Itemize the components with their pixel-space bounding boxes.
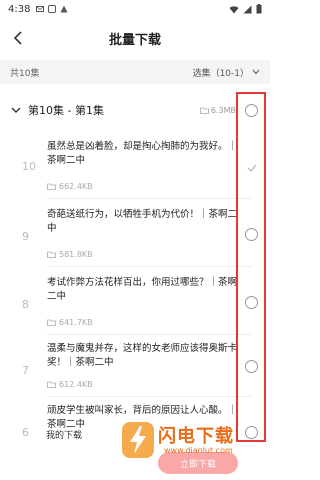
status-bar: 4:38 — [0, 0, 270, 18]
episode-number: 10 — [22, 160, 36, 173]
episode-size: 641.7KB — [47, 318, 93, 327]
episode-number: 8 — [22, 298, 29, 311]
folder-icon — [47, 183, 56, 190]
notification-icon — [48, 5, 57, 13]
folder-icon — [47, 251, 56, 258]
signal-icon — [243, 5, 252, 13]
divider — [47, 198, 252, 199]
episode-group-header[interactable]: 第10集 - 第1集 6.3MB — [0, 96, 270, 124]
episode-size-value: 612.4KB — [59, 380, 93, 389]
episode-title: 温柔与魔鬼并存，这样的女老师应该得奥斯卡奖！｜茶啊二中 — [47, 343, 238, 368]
divider — [47, 266, 252, 267]
group-title: 第10集 - 第1集 — [28, 104, 104, 117]
folder-icon — [47, 381, 56, 388]
app-notification-icon — [60, 5, 68, 13]
status-time: 4:38 — [8, 3, 31, 15]
mail-icon — [36, 6, 45, 12]
episode-number: 7 — [22, 364, 29, 377]
episode-size-value: 662.4KB — [59, 182, 93, 191]
episode-size: 581.8KB — [47, 250, 93, 259]
chevron-down-icon — [11, 107, 21, 113]
episode-size: 612.4KB — [47, 380, 93, 389]
divider — [47, 334, 252, 335]
episode-title: 考试作弊方法花样百出，你用过哪些？｜茶啊二中 — [47, 277, 238, 302]
group-size-value: 6.3MB — [210, 105, 236, 115]
episode-range-label: 选集（10-1） — [192, 68, 249, 79]
episode-title: 奇葩送纸行为，以牺牲手机为代价！｜茶啊二中 — [47, 209, 238, 234]
wifi-icon — [229, 5, 239, 13]
list-item[interactable]: 9 奇葩送纸行为，以牺牲手机为代价！｜茶啊二中 581.8KB — [0, 206, 270, 267]
list-item[interactable]: 10 虽然总是凶着脸，却是掏心掏肺的为我好。｜茶啊二中 662.4KB — [0, 138, 270, 199]
episode-size-value: 641.7KB — [59, 318, 93, 327]
back-button[interactable] — [8, 28, 28, 48]
lightning-logo-icon — [122, 422, 154, 458]
page-title: 批量下载 — [108, 32, 161, 48]
group-size: 6.3MB — [199, 105, 236, 115]
episode-count: 共10集 — [10, 68, 40, 79]
episode-number: 9 — [22, 230, 29, 243]
folder-icon — [47, 319, 56, 326]
selection-column-highlight — [236, 92, 266, 442]
episode-range-selector[interactable]: 选集（10-1） — [193, 66, 260, 79]
episode-title: 虽然总是凶着脸，却是掏心掏肺的为我好。｜茶啊二中 — [47, 141, 238, 166]
back-arrow-icon — [13, 31, 22, 45]
site-watermark: 闪电下载 www.dianlut.com — [118, 420, 268, 464]
episode-count-bar: 共10集 选集（10-1） — [0, 60, 270, 84]
episode-size: 662.4KB — [47, 182, 93, 191]
watermark-url: www.dianlut.com — [164, 446, 233, 455]
app-bar: 批量下载 — [0, 18, 270, 58]
chevron-down-icon — [252, 69, 260, 75]
watermark-name: 闪电下载 — [158, 426, 234, 447]
my-downloads-link[interactable]: 我的下载 — [46, 428, 82, 441]
folder-icon — [199, 107, 209, 114]
list-item[interactable]: 7 温柔与魔鬼并存，这样的女老师应该得奥斯卡奖！｜茶啊二中 612.4KB — [0, 340, 270, 400]
list-item[interactable]: 8 考试作弊方法花样百出，你用过哪些？｜茶啊二中 641.7KB — [0, 274, 270, 335]
episode-size-value: 581.8KB — [59, 250, 93, 259]
divider — [47, 396, 252, 397]
battery-icon — [256, 4, 262, 14]
